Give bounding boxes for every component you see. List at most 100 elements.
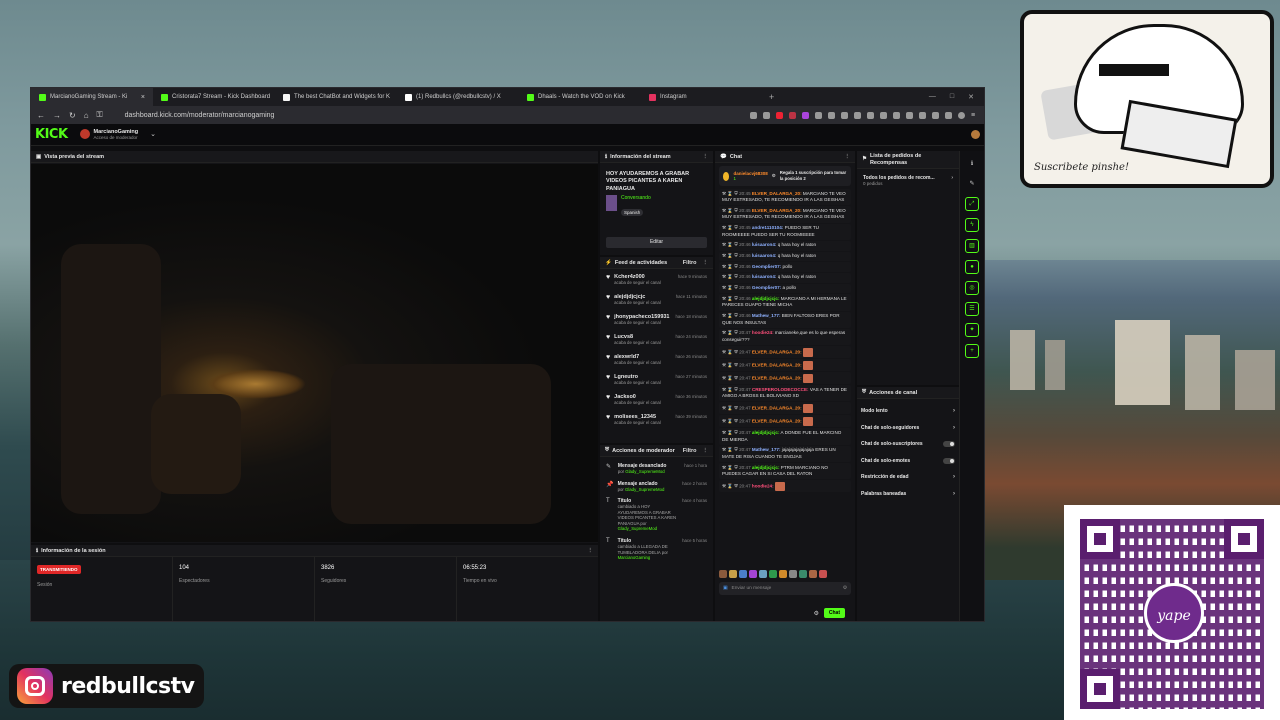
extension-icon[interactable]	[802, 111, 809, 119]
emoji-icon[interactable]: ▣	[723, 586, 728, 591]
extension-icon[interactable]	[789, 111, 796, 119]
mod-tools-icon[interactable]: ⚒ ⌛ ⛨	[722, 225, 739, 230]
mod-action-user[interactable]: Glady_SupremeMod	[625, 469, 664, 474]
emote-icon[interactable]	[819, 570, 827, 578]
chevron-right-icon[interactable]: ›	[953, 408, 955, 414]
back-icon[interactable]: ←	[37, 111, 45, 120]
chat-message[interactable]: ⚒ ⌛ ⛨ 20:47 ELVER_DALARGA_20:	[719, 415, 851, 428]
close-tab-icon[interactable]: ×	[141, 94, 145, 101]
more-icon[interactable]: ⋮	[703, 448, 709, 454]
emote-icon[interactable]	[719, 570, 727, 578]
bot-icon[interactable]: ⚙	[843, 586, 847, 591]
channel-action-item[interactable]: Restricción de edad ›	[857, 469, 959, 486]
chat-username[interactable]: Geomplier07:	[752, 285, 781, 290]
filter-button[interactable]: Filtro	[683, 448, 697, 454]
mod-tools-icon[interactable]: ⚒ ⌛ ⛨	[722, 274, 739, 279]
close-window-icon[interactable]: ✕	[968, 93, 974, 101]
extension-icon[interactable]	[776, 111, 783, 119]
category-link[interactable]: Conversando	[621, 195, 651, 201]
mod-tools-icon[interactable]: ⚒ ⌛ ⛨	[722, 264, 739, 269]
more-icon[interactable]: ⋮	[703, 154, 709, 160]
chat-username[interactable]: alejdjdjcjcjc:	[752, 430, 780, 435]
chat-input[interactable]: ▣ Enviar un mensaje ⚙	[719, 582, 851, 595]
chat-username[interactable]: luisaaron4:	[752, 253, 777, 258]
channel-action-item[interactable]: Chat de solo-emotes	[857, 453, 959, 470]
more-icon[interactable]: ⋮	[703, 260, 709, 266]
tool-icon[interactable]: ⤢	[965, 197, 979, 211]
minimize-icon[interactable]: —	[929, 93, 936, 101]
browser-tab[interactable]: Cristorata7 Stream - Kick Dashboard	[153, 88, 275, 106]
maximize-icon[interactable]: □	[950, 93, 954, 101]
browser-tab[interactable]: The best ChatBot and Widgets for K	[275, 88, 397, 106]
emote-icon[interactable]	[779, 570, 787, 578]
extension-icon[interactable]	[867, 111, 874, 119]
add-user-icon[interactable]: +	[965, 344, 979, 358]
mod-tools-icon[interactable]: ⚒ ⌛ ⛨	[722, 285, 739, 290]
chat-message[interactable]: ⚒ ⌛ ⛨ 20:46 luisaaron4: q hara hoy el ra…	[719, 251, 851, 262]
chat-message[interactable]: ⚒ ⌛ ⛨ 20:45 andre1110104: PUEDO SER TU R…	[719, 223, 851, 240]
mod-tools-icon[interactable]: ⚒ ⌛ ⛨	[722, 208, 739, 213]
chat-message[interactable]: ⚒ ⌛ ⛨ 20:47 Mathew_177: jajajajajajajaja…	[719, 445, 851, 463]
browser-tab[interactable]: Instagram	[641, 88, 763, 106]
chat-message[interactable]: ⚒ ⌛ ⛨ 20:45 ELVER_DALARGA_20: MARCIANO T…	[719, 189, 851, 206]
chat-message[interactable]: ⚒ ⌛ ⛨ 20:47 alejdjdjcjcjc: PTRM MARCIANO…	[719, 463, 851, 480]
chat-username[interactable]: ELVER_DALARGA_20:	[752, 362, 802, 367]
chat-username[interactable]: hoodie24:	[752, 330, 774, 335]
emote-icon[interactable]	[809, 570, 817, 578]
mod-tools-icon[interactable]: ⚒ ⌛ ⛨	[722, 447, 739, 452]
channel-action-item[interactable]: Modo lento ›	[857, 403, 959, 420]
settings-icon[interactable]: ⚙	[814, 610, 819, 617]
more-icon[interactable]: ⋮	[588, 548, 594, 554]
extension-icon[interactable]	[919, 111, 926, 119]
chat-username[interactable]: ELVER_DALARGA_20:	[752, 375, 802, 380]
mod-tools-icon[interactable]: ⚒ ⌛ ⛨	[722, 465, 739, 470]
chat-message[interactable]: ⚒ ⌛ ⛨ 20:47 hoodie24: marcianeke,que es …	[719, 328, 851, 346]
list-icon[interactable]: ☰	[965, 302, 979, 316]
emote-icon[interactable]	[739, 570, 747, 578]
extension-icon[interactable]	[854, 111, 861, 119]
edit-icon[interactable]: ✎	[965, 177, 979, 191]
chat-username[interactable]: Mathew_177:	[752, 447, 781, 452]
extension-icon[interactable]	[893, 111, 900, 119]
user-avatar[interactable]	[971, 130, 980, 139]
chat-username[interactable]: luisaaron4:	[752, 242, 777, 247]
chat-username[interactable]: ELVER_DALARGA_20:	[752, 419, 802, 424]
chat-message[interactable]: ⚒ ⌛ ⛨ 20:46 alejdjdjcjcjc: MARCIANO A MI…	[719, 294, 851, 311]
mod-tools-icon[interactable]: ⚒ ⌛ ⛨	[722, 375, 739, 380]
chat-message[interactable]: ⚒ ⌛ ⛨ 20:46 luisaaron4: q hara hoy el ra…	[719, 272, 851, 283]
broadcast-icon[interactable]: ◎	[965, 281, 979, 295]
mod-tools-icon[interactable]: ⚒ ⌛ ⛨	[722, 484, 739, 489]
mod-tools-icon[interactable]: ⚒ ⌛ ⛨	[722, 313, 739, 318]
profile-icon[interactable]	[958, 111, 965, 119]
chat-message[interactable]: ⚒ ⌛ ⛨ 20:47 hoodie24:	[719, 480, 851, 493]
chat-username[interactable]: andre1110104:	[752, 225, 783, 230]
extension-icon[interactable]	[932, 111, 939, 119]
chat-message[interactable]: ⚒ ⌛ ⛨ 20:45 ELVER_DALARGA_20: MARCIANO T…	[719, 206, 851, 223]
extension-icon[interactable]	[750, 111, 757, 119]
mod-tools-icon[interactable]: ⚒ ⌛ ⛨	[722, 296, 739, 301]
home-icon[interactable]: ⌂	[84, 111, 89, 120]
url-input[interactable]: dashboard.kick.com/moderator/marcianogam…	[125, 112, 275, 119]
chat-message[interactable]: ⚒ ⌛ ⛨ 20:47 ELVER_DALARGA_20:	[719, 346, 851, 359]
emote-icon[interactable]	[799, 570, 807, 578]
kick-logo[interactable]: KICK	[35, 127, 68, 142]
toggle-switch[interactable]	[943, 441, 955, 448]
mod-action-user[interactable]: MarcianoGaming	[618, 555, 651, 560]
chat-username[interactable]: ELVER_DALARGA_20:	[752, 349, 802, 354]
chat-message[interactable]: ⚒ ⌛ ⛨ 20:46 Mathew_177: BIEN FALTOSO ERE…	[719, 311, 851, 328]
filter-button[interactable]: Filtro	[683, 260, 697, 266]
chevron-down-icon[interactable]: ⌄	[150, 130, 156, 138]
lightning-icon[interactable]: ϟ	[965, 218, 979, 232]
extension-icon[interactable]	[841, 111, 848, 119]
mod-tools-icon[interactable]: ⚒ ⌛ ⛨	[722, 330, 739, 335]
mod-tools-icon[interactable]: ⚒ ⌛ ⛨	[722, 419, 739, 424]
extension-icon[interactable]	[906, 111, 913, 119]
toggle-switch[interactable]	[943, 457, 955, 464]
mod-tools-icon[interactable]: ⚒ ⌛ ⛨	[722, 406, 739, 411]
browser-tab[interactable]: Dhaals - Watch the VOD on Kick	[519, 88, 641, 106]
wrench-icon[interactable]: ✦	[965, 323, 979, 337]
chat-message[interactable]: ⚒ ⌛ ⛨ 20:46 Geomplier07: pollo	[719, 262, 851, 272]
chat-message[interactable]: ⚒ ⌛ ⛨ 20:47 alejdjdjcjcjc: A DONDE FUE E…	[719, 428, 851, 445]
chat-message[interactable]: ⚒ ⌛ ⛨ 20:47 ELVER_DALARGA_20:	[719, 402, 851, 415]
extension-icon[interactable]	[815, 111, 822, 119]
